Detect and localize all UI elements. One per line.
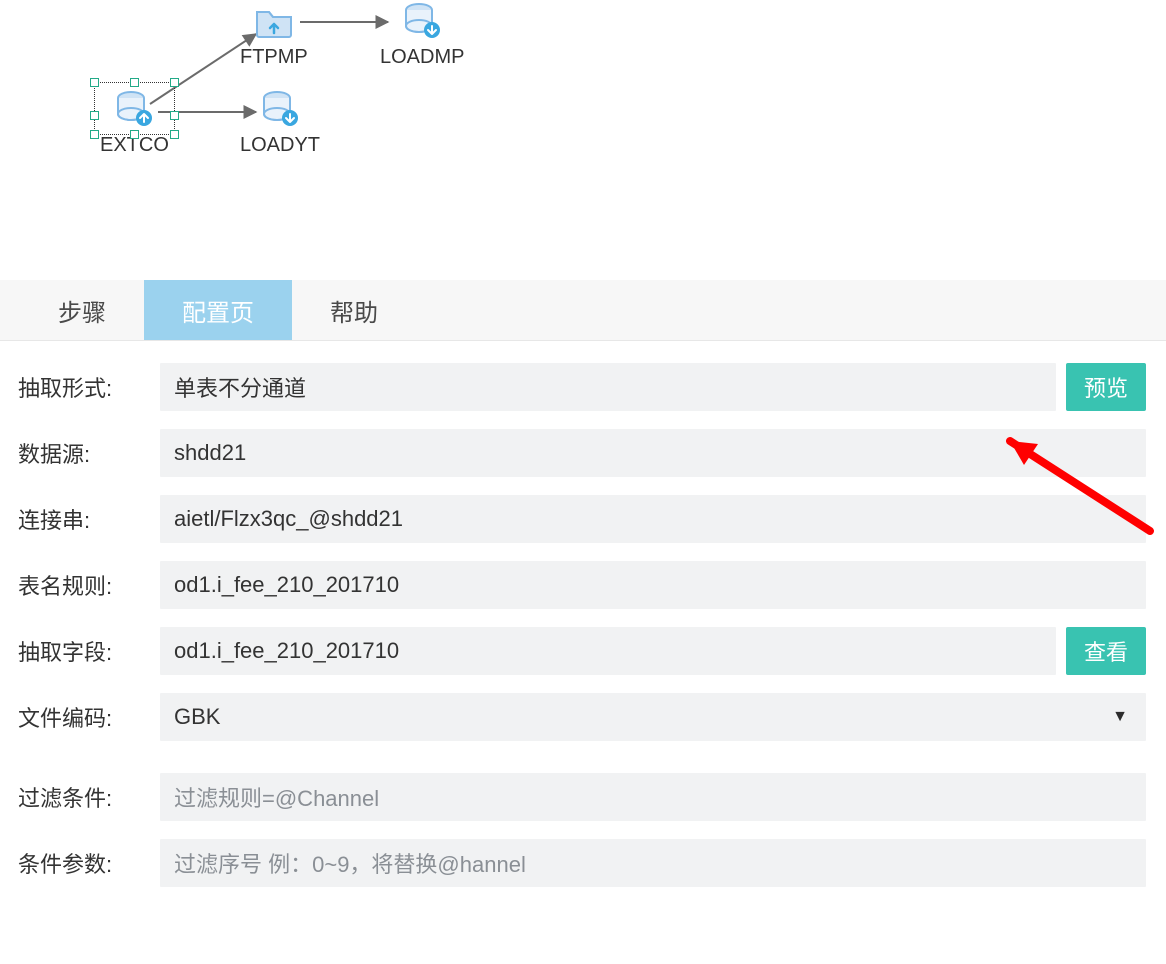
- label-fields: 抽取字段:: [18, 635, 160, 667]
- node-label: LOADMP: [380, 46, 464, 69]
- row-extract-mode: 抽取形式: 单表不分通道 预览: [18, 363, 1146, 411]
- tab-spacer: [0, 280, 20, 340]
- preview-button[interactable]: 预览: [1066, 363, 1146, 411]
- node-label: FTPMP: [240, 46, 308, 69]
- row-connection: 连接串: aietl/Flzx3qc_@shdd21: [18, 495, 1146, 543]
- folder-upload-icon: [253, 0, 295, 42]
- input-datasource[interactable]: shdd21: [160, 429, 1146, 477]
- input-params[interactable]: 过滤序号 例：0~9，将替换@hannel: [160, 839, 1146, 887]
- row-encoding: 文件编码: GBK ▼: [18, 693, 1146, 741]
- tab-step[interactable]: 步骤: [20, 280, 144, 340]
- edge-extco-ftpmp: [0, 0, 1166, 280]
- tab-strip: 步骤 配置页 帮助: [0, 280, 1166, 341]
- row-fields: 抽取字段: od1.i_fee_210_201710 查看: [18, 627, 1146, 675]
- view-button[interactable]: 查看: [1066, 627, 1146, 675]
- input-extract-mode[interactable]: 单表不分通道: [160, 363, 1056, 411]
- workflow-canvas[interactable]: EXTCO FTPMP LOADMP: [0, 0, 1166, 280]
- row-datasource: 数据源: shdd21: [18, 429, 1146, 477]
- tab-config[interactable]: 配置页: [144, 280, 292, 340]
- label-encoding: 文件编码:: [18, 701, 160, 733]
- database-import-icon: [259, 88, 301, 130]
- chevron-down-icon: ▼: [1112, 708, 1128, 726]
- input-filter[interactable]: 过滤规则=@Channel: [160, 773, 1146, 821]
- node-loadyt[interactable]: LOADYT: [240, 88, 320, 157]
- row-params: 条件参数: 过滤序号 例：0~9，将替换@hannel: [18, 839, 1146, 887]
- label-extract-mode: 抽取形式:: [18, 371, 160, 403]
- node-ftpmp[interactable]: FTPMP: [240, 0, 308, 69]
- selection-outline: [94, 82, 175, 135]
- input-fields[interactable]: od1.i_fee_210_201710: [160, 627, 1056, 675]
- label-filter: 过滤条件:: [18, 781, 160, 813]
- database-import-icon: [401, 0, 443, 42]
- node-extco[interactable]: EXTCO: [100, 88, 169, 157]
- select-encoding-value: GBK: [174, 704, 220, 730]
- node-loadmp[interactable]: LOADMP: [380, 0, 464, 69]
- row-filter: 过滤条件: 过滤规则=@Channel: [18, 773, 1146, 821]
- label-table-rule: 表名规则:: [18, 569, 160, 601]
- tab-help[interactable]: 帮助: [292, 280, 416, 340]
- input-connection[interactable]: aietl/Flzx3qc_@shdd21: [160, 495, 1146, 543]
- select-encoding[interactable]: GBK ▼: [160, 693, 1146, 741]
- input-table-rule[interactable]: od1.i_fee_210_201710: [160, 561, 1146, 609]
- label-params: 条件参数:: [18, 847, 160, 879]
- node-label: LOADYT: [240, 134, 320, 157]
- row-table-rule: 表名规则: od1.i_fee_210_201710: [18, 561, 1146, 609]
- label-connection: 连接串:: [18, 503, 160, 535]
- label-datasource: 数据源:: [18, 437, 160, 469]
- config-form: 抽取形式: 单表不分通道 预览 数据源: shdd21 连接串: aietl/F…: [0, 341, 1166, 887]
